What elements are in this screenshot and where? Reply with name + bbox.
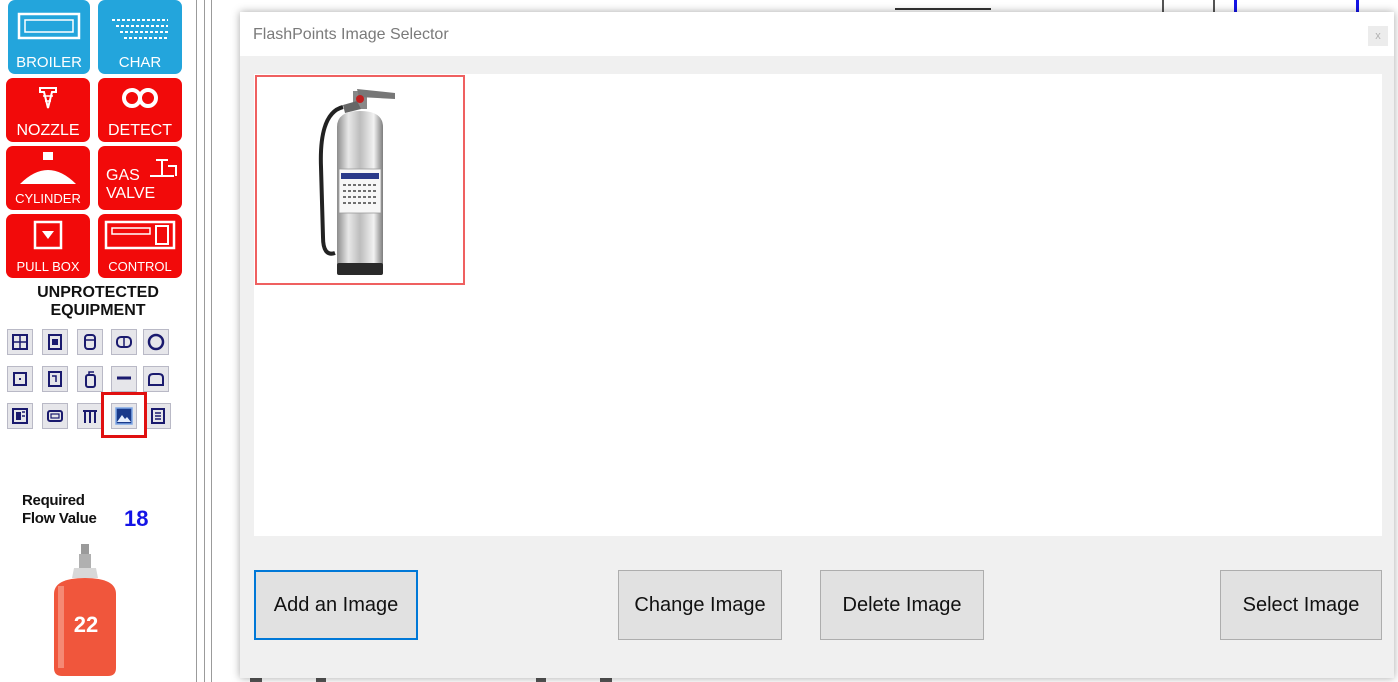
equipment-small-box-icon[interactable] xyxy=(7,366,33,392)
toolbox-separator-right xyxy=(211,0,212,682)
equipment-oven-icon[interactable] xyxy=(42,366,68,392)
control-icon xyxy=(104,220,176,250)
control-button[interactable]: CONTROL xyxy=(98,214,182,278)
char-label: CHAR xyxy=(118,54,162,71)
broiler-label: BROILER xyxy=(16,54,82,71)
equipment-fryer-icon[interactable] xyxy=(42,329,68,355)
unprotected-heading-line1: UNPROTECTED xyxy=(37,284,159,301)
required-flow-label-line1: Required xyxy=(22,492,85,509)
dialog-title: FlashPoints Image Selector xyxy=(253,26,449,43)
broiler-icon xyxy=(17,12,81,40)
nozzle-icon xyxy=(39,87,57,109)
detect-label: DETECT xyxy=(108,122,172,139)
pull-box-button[interactable]: PULL BOX xyxy=(6,214,90,278)
change-image-button[interactable]: Change Image xyxy=(618,570,782,640)
toolbox-separator-middle xyxy=(204,0,205,682)
gas-valve-label-line2: VALVE xyxy=(106,185,156,202)
canvas-mark xyxy=(1213,0,1215,12)
equipment-round-icon[interactable] xyxy=(143,329,169,355)
equipment-wok-icon[interactable] xyxy=(111,329,137,355)
toolbox-separator-left xyxy=(196,0,197,682)
char-icon xyxy=(112,19,168,39)
delete-image-button[interactable]: Delete Image xyxy=(820,570,984,640)
required-flow-label-line2: Flow Value xyxy=(22,510,97,527)
required-flow-value: 18 xyxy=(124,506,149,531)
close-button[interactable]: x xyxy=(1368,26,1388,46)
equipment-steamer-icon[interactable] xyxy=(7,403,33,429)
equipment-range-icon[interactable] xyxy=(7,329,33,355)
unprotected-heading-line2: EQUIPMENT xyxy=(50,302,146,319)
unprotected-equipment-heading: UNPROTECTED EQUIPMENT xyxy=(0,284,196,320)
equipment-table-icon[interactable] xyxy=(77,403,103,429)
gas-valve-icon xyxy=(150,159,177,177)
nozzle-button[interactable]: NOZZLE xyxy=(6,78,90,142)
cylinder-label: CYLINDER xyxy=(15,191,81,206)
add-image-button[interactable]: Add an Image xyxy=(254,570,418,640)
equipment-list-icon[interactable] xyxy=(145,403,171,429)
canvas-mark xyxy=(895,8,991,10)
canvas-mark xyxy=(1356,0,1359,12)
canvas-mark xyxy=(1234,0,1237,12)
required-flow-label: Required Flow Value xyxy=(22,492,97,528)
tank-number: 22 xyxy=(73,612,99,637)
equipment-hood-icon[interactable] xyxy=(143,366,169,392)
fire-extinguisher-image xyxy=(318,89,395,275)
gas-valve-label-line1: GAS xyxy=(106,167,140,184)
gas-valve-button[interactable]: GAS VALVE xyxy=(98,146,182,210)
image-selector-dialog: FlashPoints Image Selector x Add an Imag… xyxy=(240,12,1394,678)
dialog-titlebar[interactable]: FlashPoints Image Selector x xyxy=(240,12,1394,56)
equipment-griddle-icon[interactable] xyxy=(111,366,137,392)
control-label: CONTROL xyxy=(108,259,172,274)
nozzle-label: NOZZLE xyxy=(16,122,80,139)
equipment-toolbox: BROILER CHAR NOZZLE DETECT CYLINDER GAS … xyxy=(0,0,196,682)
pull-box-label: PULL BOX xyxy=(16,259,80,274)
detect-button[interactable]: DETECT xyxy=(98,78,182,142)
cylinder-button[interactable]: CYLINDER xyxy=(6,146,90,210)
image-thumbnail-fire-extinguisher[interactable] xyxy=(255,75,465,285)
detect-icon xyxy=(122,88,158,108)
equipment-tilt-pan-icon[interactable] xyxy=(42,403,68,429)
selected-equipment-highlight xyxy=(101,392,147,438)
canvas-mark xyxy=(1162,0,1164,12)
cylinder-icon xyxy=(20,152,76,184)
select-image-button[interactable]: Select Image xyxy=(1220,570,1382,640)
pull-box-icon xyxy=(33,220,63,250)
image-gallery xyxy=(254,74,1382,536)
char-button[interactable]: CHAR xyxy=(98,0,182,74)
equipment-extinguisher-icon[interactable] xyxy=(77,366,103,392)
equipment-kettle-icon[interactable] xyxy=(77,329,103,355)
broiler-button[interactable]: BROILER xyxy=(8,0,90,74)
